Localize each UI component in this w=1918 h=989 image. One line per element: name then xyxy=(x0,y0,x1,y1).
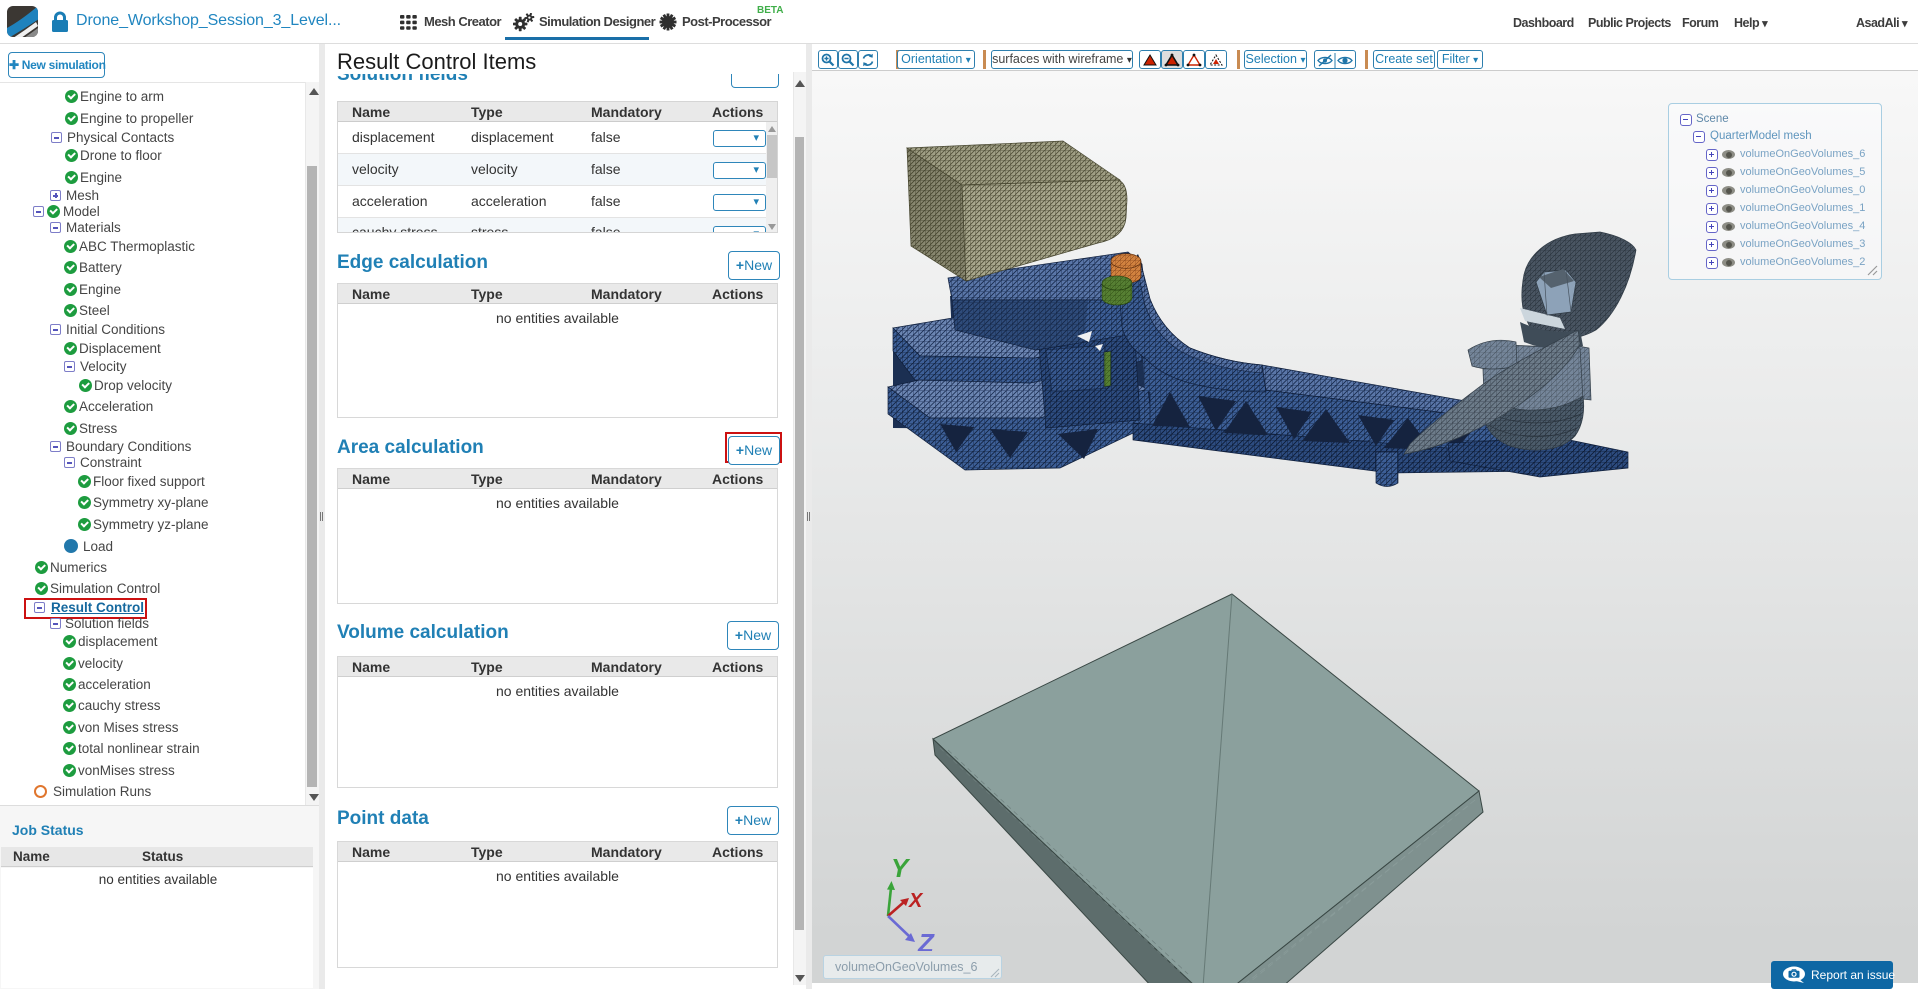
svg-text:Z: Z xyxy=(917,928,935,951)
svg-text:Y: Y xyxy=(891,853,911,883)
svg-text:X: X xyxy=(908,890,924,912)
